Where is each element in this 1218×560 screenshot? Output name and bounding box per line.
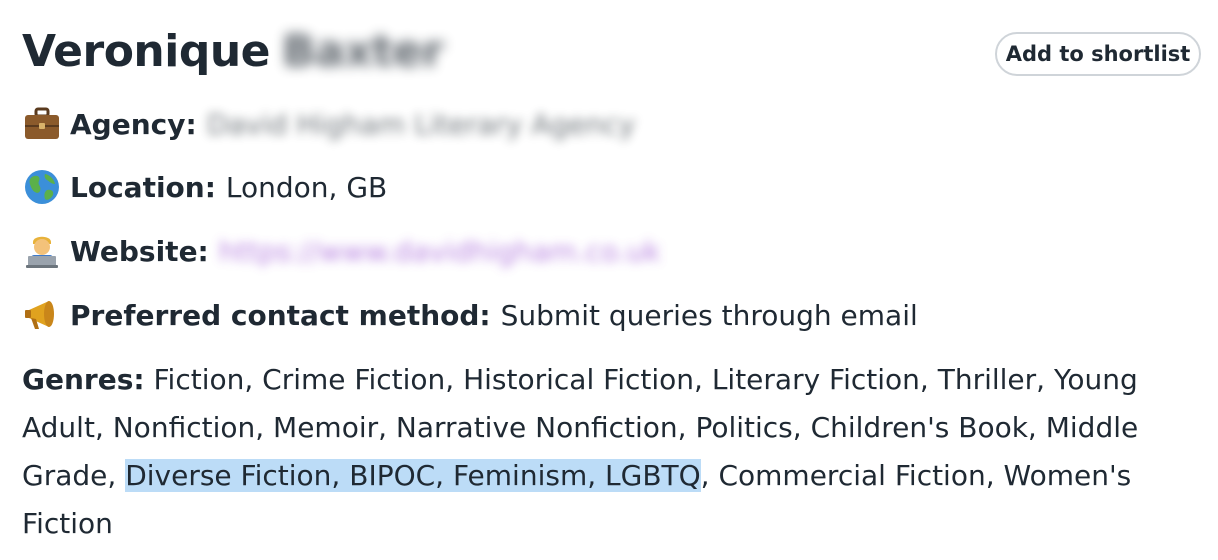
location-label: Location:: [70, 170, 216, 204]
genres-selected-text[interactable]: Diverse Fiction, BIPOC, Feminism, LGBTQ: [125, 459, 701, 492]
briefcase-icon: [22, 104, 62, 144]
agent-first-name: Veronique: [22, 26, 270, 77]
agent-name: Veronique Baxter: [22, 22, 444, 82]
contact-value: Submit queries through email: [500, 298, 918, 332]
website-label: Website:: [70, 234, 209, 268]
contact-row: Preferred contact method: Submit queries…: [22, 293, 918, 337]
genres-label: Genres:: [22, 363, 145, 396]
megaphone-icon: [22, 295, 62, 335]
technologist-icon: [22, 231, 62, 271]
genres-paragraph: Genres: Fiction, Crime Fiction, Historic…: [22, 356, 1212, 548]
agency-row: Agency: David Higham Literary Agency: [22, 102, 635, 146]
agency-label: Agency:: [70, 107, 197, 141]
agent-surname-redacted: Baxter: [281, 26, 444, 77]
contact-label: Preferred contact method:: [70, 298, 491, 332]
website-row: Website: https://www.davidhigham.co.uk: [22, 229, 661, 273]
globe-icon: [22, 167, 62, 207]
website-link-redacted[interactable]: https://www.davidhigham.co.uk: [219, 235, 661, 268]
location-row: Location: London, GB: [22, 165, 387, 209]
add-to-shortlist-button[interactable]: Add to shortlist: [995, 32, 1201, 76]
agency-value-redacted: David Higham Literary Agency: [206, 107, 636, 141]
location-value: London, GB: [225, 170, 388, 204]
